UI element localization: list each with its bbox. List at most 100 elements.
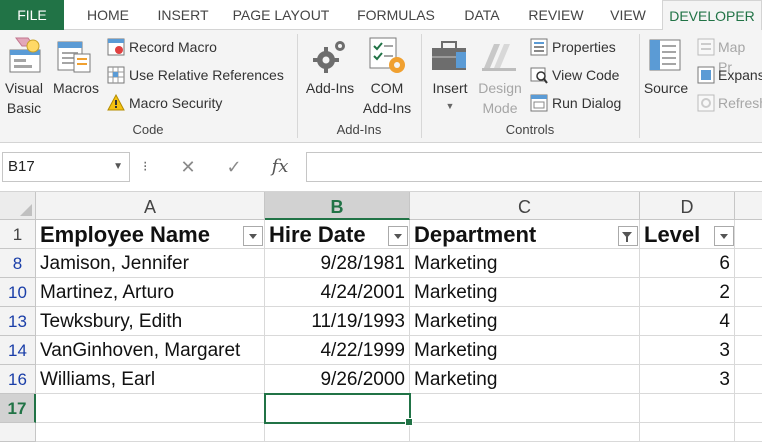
- level-cell[interactable]: 6: [640, 249, 735, 278]
- table-cell[interactable]: [735, 336, 762, 365]
- column-header-b[interactable]: B: [265, 192, 410, 220]
- department-cell[interactable]: Marketing: [410, 278, 640, 307]
- column-header-a[interactable]: A: [36, 192, 265, 220]
- map-properties-icon: [697, 38, 715, 56]
- table-cell[interactable]: [735, 278, 762, 307]
- ribbon-tab-bar: FILE HOME INSERT PAGE LAYOUT FORMULAS DA…: [0, 0, 762, 31]
- name-box[interactable]: B17 ▼: [2, 152, 130, 182]
- filter-dropdown-icon[interactable]: [388, 226, 408, 246]
- ribbon-developer: Visual Basic Macros Record Macro Use Rel…: [0, 30, 762, 143]
- cancel-entry-icon[interactable]: ✕: [172, 154, 204, 180]
- header-cell-employee-name[interactable]: Employee Name: [36, 220, 265, 249]
- table-cell[interactable]: [410, 423, 640, 442]
- hire-date-cell[interactable]: 4/24/2001: [265, 278, 410, 307]
- relative-references-icon: [107, 66, 125, 84]
- table-cell[interactable]: [410, 394, 640, 423]
- com-add-ins-icon: [369, 37, 405, 73]
- employee-name-cell[interactable]: VanGinhoven, Margaret: [36, 336, 265, 365]
- department-cell[interactable]: Marketing: [410, 336, 640, 365]
- level-cell[interactable]: 4: [640, 307, 735, 336]
- level-cell[interactable]: 2: [640, 278, 735, 307]
- level-cell[interactable]: 3: [640, 365, 735, 394]
- select-all-button[interactable]: [0, 192, 36, 220]
- row-header[interactable]: 1: [0, 220, 36, 249]
- macro-security-label: Macro Security: [129, 95, 223, 111]
- column-header-c[interactable]: C: [410, 192, 640, 220]
- more-options-icon[interactable]: ⁝: [143, 158, 147, 175]
- table-cell[interactable]: [265, 423, 410, 442]
- add-ins-group-label: Add-Ins: [336, 122, 382, 137]
- table-cell[interactable]: [36, 394, 265, 423]
- tab-file[interactable]: FILE: [0, 0, 64, 30]
- table-cell[interactable]: [36, 423, 265, 442]
- table-cell[interactable]: [640, 423, 735, 442]
- header-cell-department[interactable]: Department: [410, 220, 640, 249]
- tab-page-layout[interactable]: PAGE LAYOUT: [224, 0, 338, 30]
- header-text: Level: [644, 222, 701, 247]
- properties-icon: [530, 38, 548, 56]
- hire-date-cell[interactable]: 4/22/1999: [265, 336, 410, 365]
- run-dialog-label: Run Dialog: [552, 95, 622, 111]
- design-mode-label-2: Mode: [482, 100, 518, 116]
- controls-group-label: Controls: [505, 122, 555, 137]
- row-header[interactable]: 14: [0, 336, 36, 365]
- table-cell[interactable]: [735, 423, 762, 442]
- chevron-down-icon: ▼: [445, 101, 455, 111]
- tab-data[interactable]: DATA: [452, 0, 512, 30]
- relative-references-label: Use Relative References: [129, 67, 284, 83]
- insert-control-label: Insert: [432, 80, 468, 96]
- source-label: Source: [643, 80, 689, 96]
- record-macro-icon: [107, 38, 125, 56]
- view-code-label: View Code: [552, 67, 620, 83]
- filter-dropdown-icon[interactable]: [714, 226, 734, 246]
- employee-name-cell[interactable]: Tewksbury, Edith: [36, 307, 265, 336]
- name-box-value: B17: [8, 158, 35, 175]
- tab-review[interactable]: REVIEW: [520, 0, 592, 30]
- header-text: Department: [414, 222, 537, 247]
- column-header-e[interactable]: [735, 192, 762, 220]
- tab-home[interactable]: HOME: [74, 0, 142, 30]
- active-cell-selection[interactable]: [264, 393, 413, 426]
- employee-name-cell[interactable]: Williams, Earl: [36, 365, 265, 394]
- department-cell[interactable]: Marketing: [410, 365, 640, 394]
- row-header[interactable]: 13: [0, 307, 36, 336]
- enter-entry-icon[interactable]: ✓: [218, 154, 250, 180]
- row-header[interactable]: 16: [0, 365, 36, 394]
- row-header[interactable]: 10: [0, 278, 36, 307]
- gear-icon: [313, 41, 345, 73]
- column-header-d[interactable]: D: [640, 192, 735, 220]
- record-macro-label: Record Macro: [129, 39, 217, 55]
- tab-view[interactable]: VIEW: [600, 0, 656, 30]
- table-cell[interactable]: [735, 220, 762, 249]
- hire-date-cell[interactable]: 9/28/1981: [265, 249, 410, 278]
- department-cell[interactable]: Marketing: [410, 249, 640, 278]
- employee-name-cell[interactable]: Jamison, Jennifer: [36, 249, 265, 278]
- tab-developer[interactable]: DEVELOPER: [662, 0, 762, 31]
- tab-insert[interactable]: INSERT: [150, 0, 216, 30]
- tab-formulas[interactable]: FORMULAS: [348, 0, 444, 30]
- insert-function-icon[interactable]: fx: [264, 154, 296, 180]
- table-cell[interactable]: [735, 307, 762, 336]
- filter-dropdown-icon[interactable]: [243, 226, 263, 246]
- design-mode-label-1: Design: [478, 80, 522, 96]
- department-cell[interactable]: Marketing: [410, 307, 640, 336]
- row-header[interactable]: [0, 423, 36, 442]
- table-cell[interactable]: [735, 394, 762, 423]
- row-header[interactable]: 17: [0, 394, 36, 423]
- row-header[interactable]: 8: [0, 249, 36, 278]
- table-cell[interactable]: [735, 365, 762, 394]
- expansion-packs-icon: [697, 66, 715, 84]
- visual-basic-label-1: Visual: [5, 80, 43, 96]
- formula-input[interactable]: [306, 152, 762, 182]
- hire-date-cell[interactable]: 11/19/1993: [265, 307, 410, 336]
- table-cell[interactable]: [640, 394, 735, 423]
- employee-name-cell[interactable]: Martinez, Arturo: [36, 278, 265, 307]
- hire-date-cell[interactable]: 9/26/2000: [265, 365, 410, 394]
- chevron-down-icon[interactable]: ▼: [113, 153, 123, 181]
- level-cell[interactable]: 3: [640, 336, 735, 365]
- design-mode-icon: [482, 44, 516, 71]
- toolbox-icon: [432, 41, 466, 70]
- filter-applied-icon[interactable]: [618, 226, 638, 246]
- header-text: Hire Date: [269, 222, 366, 247]
- table-cell[interactable]: [735, 249, 762, 278]
